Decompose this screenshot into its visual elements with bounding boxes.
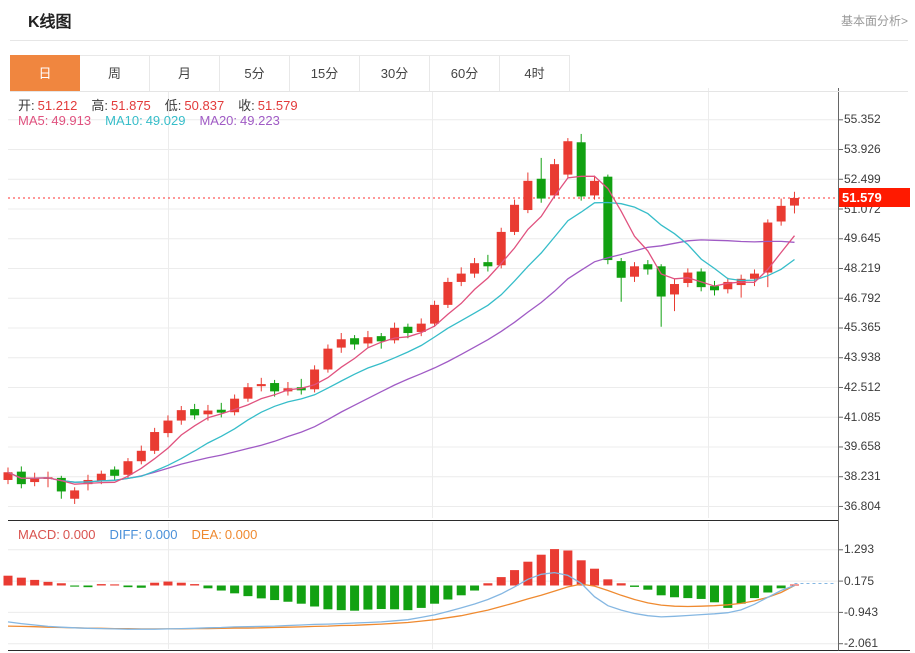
tab-day[interactable]: 日: [10, 55, 80, 92]
macd-row-macd-value: 0.000: [63, 527, 96, 542]
tab-week[interactable]: 周: [80, 55, 150, 92]
fundamental-analysis-link[interactable]: 基本面分析>: [841, 12, 908, 29]
ma-row-ma20-value: 49.223: [240, 113, 280, 128]
price-axis-label: 41.085: [844, 410, 881, 424]
macd-row-dea-value: 0.000: [225, 527, 258, 542]
ohlc-row-high: 高:51.875: [91, 98, 150, 113]
tab-30min[interactable]: 30分: [360, 55, 430, 92]
price-axis-label: 39.658: [844, 439, 881, 453]
price-axis-label: 55.352: [844, 112, 881, 126]
tab-5min[interactable]: 5分: [220, 55, 290, 92]
ma-row-ma20: MA20:49.223: [199, 113, 279, 128]
price-axis-label: 38.231: [844, 469, 881, 483]
tab-15min[interactable]: 15分: [290, 55, 360, 92]
header-divider: [10, 40, 908, 41]
ohlc-row-close: 收:51.579: [238, 98, 297, 113]
ma-row-ma10: MA10:49.029: [105, 113, 185, 128]
macd-row-dea: DEA:0.000: [191, 527, 257, 542]
macd-axis-label: -2.061: [844, 636, 878, 650]
macd-axis-label: 1.293: [844, 542, 874, 556]
price-axis-label: 45.365: [844, 320, 881, 334]
ma-row-ma10-value: 49.029: [146, 113, 186, 128]
macd-legend: MACD:0.000 DIFF:0.000 DEA:0.000: [18, 527, 271, 542]
price-axis-label: 42.512: [844, 380, 881, 394]
ma-row-ma5: MA5:49.913: [18, 113, 91, 128]
last-price-badge: 51.579: [839, 188, 910, 207]
ohlc-row-open-value: 51.212: [38, 98, 78, 113]
ohlc-row-low-value: 50.837: [184, 98, 224, 113]
ohlc-legend: 开:51.212 高:51.875 低:50.837 收:51.579: [18, 95, 312, 114]
macd-axis-label: 0.175: [844, 574, 874, 588]
interval-tabbar: 日周月5分15分30分60分4时: [10, 55, 570, 92]
price-axis-label: 48.219: [844, 261, 881, 275]
price-axis-label: 53.926: [844, 142, 881, 156]
price-axis-label: 43.938: [844, 350, 881, 364]
ohlc-row-high-value: 51.875: [111, 98, 151, 113]
tabbar-underline: [10, 91, 908, 92]
ohlc-row-open: 开:51.212: [18, 98, 77, 113]
page-title: K线图: [28, 8, 72, 32]
tab-4hour[interactable]: 4时: [500, 55, 570, 92]
macd-axis-label: -0.943: [844, 605, 878, 619]
price-axis-label: 46.792: [844, 291, 881, 305]
macd-row-macd: MACD:0.000: [18, 527, 95, 542]
tab-60min[interactable]: 60分: [430, 55, 500, 92]
price-axis-label: 52.499: [844, 172, 881, 186]
ma-legend: MA5:49.913 MA10:49.029 MA20:49.223: [18, 113, 294, 128]
macd-row-diff: DIFF:0.000: [109, 527, 177, 542]
ma-row-ma5-value: 49.913: [51, 113, 91, 128]
price-axis-label: 36.804: [844, 499, 881, 513]
kline-chart-page: K线图 基本面分析> 日周月5分15分30分60分4时 开:51.212 高:51…: [0, 0, 915, 653]
macd-row-diff-value: 0.000: [145, 527, 178, 542]
ohlc-row-close-value: 51.579: [258, 98, 298, 113]
price-axis-label: 49.645: [844, 231, 881, 245]
tab-month[interactable]: 月: [150, 55, 220, 92]
ohlc-row-low: 低:50.837: [165, 98, 224, 113]
